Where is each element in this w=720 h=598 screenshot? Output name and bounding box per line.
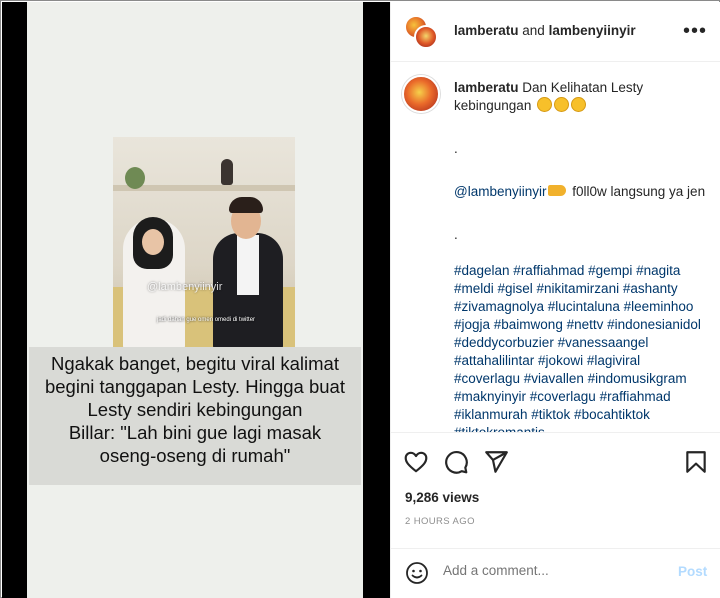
video-subtitle: jadi dahan gue omen omedi di twitter [157,317,256,323]
post-comment-button[interactable]: Post [678,564,707,579]
add-comment-bar: Post [391,548,720,598]
author-link[interactable]: lambenyiinyir [549,23,636,38]
laughing-emoji-icon [554,97,570,112]
media-canvas: @lambenyiinyir jadi dahan gue omen omedi… [27,2,363,598]
caption-line: begini tanggapan Lesty. Hingga buat [44,376,345,397]
video-frame[interactable]: @lambenyiinyir jadi dahan gue omen omedi… [113,137,295,350]
pointing-hand-icon [548,185,567,196]
caption-line: oseng-oseng di rumah" [99,445,291,466]
media-panel: @lambenyiinyir jadi dahan gue omen omedi… [2,2,390,598]
collab-avatars[interactable] [404,15,438,49]
avatar[interactable] [414,25,438,49]
author-link[interactable]: lamberatu [454,23,519,38]
mention-link[interactable]: @lambenyiinyir [454,184,546,199]
caption-line: Lesty sendiri kebingungan [87,399,303,420]
video-person-right-hair [229,197,263,213]
laughing-emoji-icon [571,97,587,112]
bookmark-icon[interactable] [683,449,709,475]
post-actions [391,432,720,488]
comments-scroll-area[interactable]: lamberatu Dan Kelihatan Lesty kebingunga… [391,62,720,432]
comment-dot: . [454,141,458,156]
emoji-smile-icon[interactable] [405,561,429,585]
video-watermark: @lambenyiinyir [147,281,223,293]
laughing-emoji-icon [537,97,553,112]
follow-text: f0ll0w langsung ya jen [568,184,706,199]
comment-dot: . [454,227,458,242]
media-caption-box: Ngakak banget, begitu viral kalimat begi… [29,347,361,485]
view-count[interactable]: 9,286 views [405,490,479,505]
post-authors: lamberatu and lambenyiinyir [454,23,636,38]
post-sidebar: lamberatu and lambenyiinyir ••• lamberat… [390,2,720,598]
video-person-left-face [142,229,164,255]
caption-line: Billar: "Lah bini gue lagi masak [68,422,322,443]
post-timestamp[interactable]: 2 HOURS AGO [405,516,475,527]
more-dots-icon[interactable]: ••• [683,20,707,43]
comment-input[interactable] [443,563,663,578]
comment-username[interactable]: lamberatu [454,80,519,95]
caption-comment: lamberatu Dan Kelihatan Lesty kebingunga… [454,79,706,432]
avatar[interactable] [402,75,440,113]
video-person-right-shirt [237,235,259,295]
heart-icon[interactable] [403,449,429,475]
caption-line: Ngakak banget, begitu viral kalimat [51,353,339,374]
post-header: lamberatu and lambenyiinyir ••• [391,2,720,62]
hashtag-list[interactable]: #dagelan #raffiahmad #gempi #nagita #mel… [454,262,706,432]
comment-icon[interactable] [443,449,469,475]
authors-conjunction: and [518,23,549,38]
video-plant [125,167,145,189]
instagram-post-window: @lambenyiinyir jadi dahan gue omen omedi… [0,0,720,598]
share-icon[interactable] [483,449,509,475]
video-vase [221,159,233,185]
